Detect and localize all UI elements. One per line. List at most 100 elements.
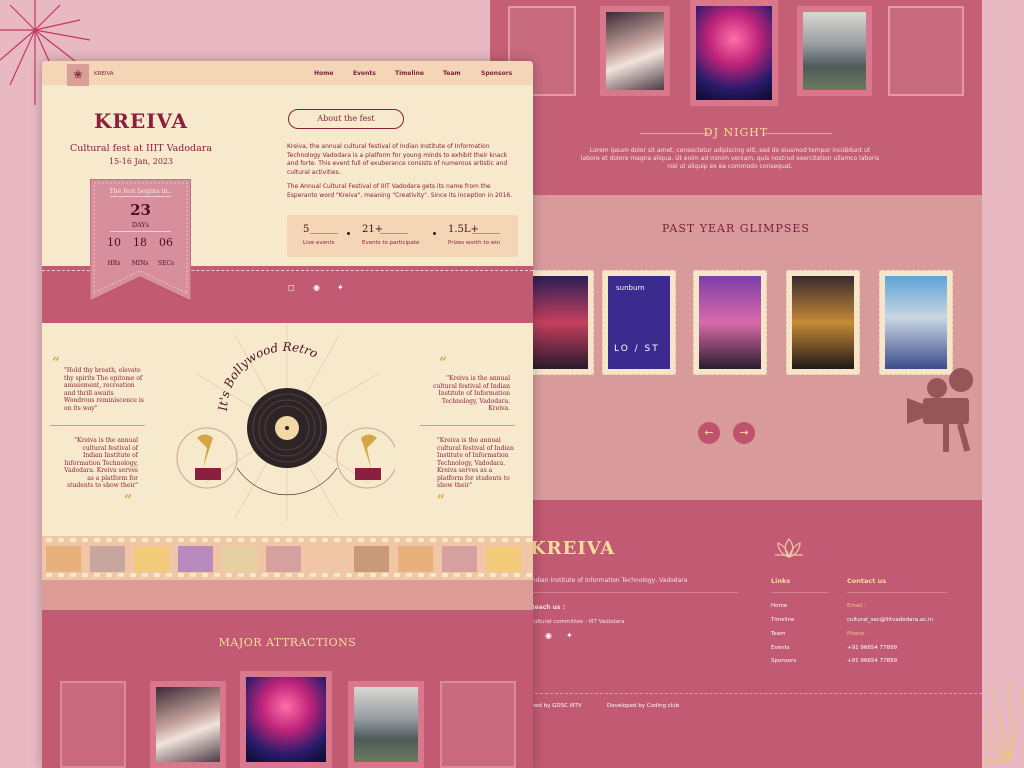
footer-link-timeline[interactable]: Timeline bbox=[771, 617, 794, 623]
film-hole bbox=[46, 573, 52, 577]
countdown-hours-value: 10 bbox=[107, 236, 121, 249]
film-hole bbox=[370, 573, 376, 577]
film-hole bbox=[526, 573, 532, 577]
nav-item-timeline[interactable]: Timeline bbox=[395, 70, 424, 77]
retro-theme-illustration: It's Bollywood Retro bbox=[176, 325, 395, 521]
instagram-icon[interactable]: ◻ bbox=[288, 283, 295, 292]
film-frame-photo bbox=[266, 546, 301, 572]
footer-phone[interactable]: +91 96654 77899 bbox=[847, 658, 897, 664]
nav-item-team[interactable]: Team bbox=[443, 70, 461, 77]
theme-quote: "Kreiva is the annual cultural festival … bbox=[64, 437, 138, 489]
film-hole bbox=[298, 538, 304, 542]
glimpse-stamp-photo[interactable]: sunburn LO / ST bbox=[602, 270, 676, 375]
film-hole bbox=[130, 573, 136, 577]
film-hole bbox=[286, 573, 292, 577]
theme-quote: "Kreiva is the annual cultural festival … bbox=[437, 437, 514, 489]
quote-icon: ” bbox=[124, 493, 133, 509]
divider bbox=[110, 196, 171, 197]
film-hole bbox=[238, 573, 244, 577]
dj-night-title: DJ NIGHT bbox=[703, 126, 769, 139]
film-hole bbox=[466, 573, 472, 577]
divider bbox=[420, 425, 515, 426]
film-frame-photo bbox=[398, 546, 433, 572]
hero-title: KREIVA bbox=[93, 109, 189, 133]
theme-quote: "Kreiva is the annual cultural festival … bbox=[433, 375, 510, 412]
attraction-photo-holi[interactable] bbox=[690, 0, 778, 106]
stat-label: Prizes worth to win bbox=[448, 240, 501, 246]
nav-item-events[interactable]: Events bbox=[353, 70, 376, 77]
film-hole bbox=[106, 573, 112, 577]
film-hole bbox=[286, 538, 292, 542]
film-hole bbox=[82, 538, 88, 542]
twitter-icon[interactable]: ✦ bbox=[337, 283, 344, 292]
film-hole bbox=[502, 538, 508, 542]
film-hole bbox=[262, 538, 268, 542]
twitter-icon[interactable]: ✦ bbox=[566, 631, 573, 640]
back-page-screen: DJ NIGHT Lorem ipsum dolor sit amet, con… bbox=[490, 0, 982, 768]
attraction-frame-empty bbox=[888, 6, 964, 96]
attraction-photo-campus[interactable] bbox=[797, 6, 872, 96]
film-hole bbox=[166, 538, 172, 542]
film-frame-photo bbox=[178, 546, 213, 572]
stat-value: 5 bbox=[303, 224, 310, 235]
lotus-icon bbox=[775, 538, 803, 558]
hero-dates: 15-16 Jan, 2023 bbox=[108, 157, 174, 166]
film-hole bbox=[214, 573, 220, 577]
film-hole bbox=[106, 538, 112, 542]
film-hole bbox=[478, 538, 484, 542]
film-hole bbox=[526, 538, 532, 542]
footer-phone[interactable]: +91 96654 77899 bbox=[847, 645, 897, 651]
film-hole bbox=[418, 538, 424, 542]
film-hole bbox=[430, 538, 436, 542]
gramophone-icon bbox=[176, 427, 238, 489]
footer-committee: Cultural committee - IIIT Vadodara bbox=[530, 619, 625, 625]
film-hole bbox=[226, 538, 232, 542]
footer-reach-label: Reach us : bbox=[530, 604, 565, 611]
footer-developed-by: Developed by Coding club bbox=[607, 703, 680, 709]
lotus-icon[interactable]: ❀ bbox=[67, 64, 89, 86]
film-hole bbox=[142, 538, 148, 542]
film-hole bbox=[118, 573, 124, 577]
major-attractions-title: MAJOR ATTRACTIONS bbox=[218, 636, 357, 649]
film-hole bbox=[154, 573, 160, 577]
film-hole bbox=[238, 538, 244, 542]
footer-link-sponsors[interactable]: Sponsors bbox=[771, 658, 796, 664]
film-hole bbox=[346, 538, 352, 542]
film-hole bbox=[118, 538, 124, 542]
film-hole bbox=[94, 573, 100, 577]
carousel-next-button[interactable]: → bbox=[733, 422, 755, 444]
attraction-photo-campus[interactable] bbox=[348, 681, 424, 768]
nav-item-home[interactable]: Home bbox=[314, 70, 333, 77]
facebook-icon[interactable]: ◉ bbox=[545, 631, 552, 640]
separator-dot bbox=[347, 232, 350, 235]
footer-email[interactable]: cultural_sec@iiitvadodara.ac.in bbox=[847, 617, 933, 623]
attraction-photo-singer[interactable] bbox=[600, 6, 670, 96]
nav-item-sponsors[interactable]: Sponsors bbox=[481, 70, 512, 77]
footer-link-home[interactable]: Home bbox=[771, 603, 787, 609]
carousel-prev-button[interactable]: ← bbox=[698, 422, 720, 444]
quote-icon: “ bbox=[439, 355, 448, 371]
glimpse-stamp-photo[interactable] bbox=[879, 270, 953, 375]
countdown-mins-label: MINs bbox=[131, 260, 149, 267]
film-hole bbox=[190, 573, 196, 577]
attraction-photo-holi[interactable] bbox=[240, 671, 332, 768]
film-hole bbox=[454, 573, 460, 577]
film-hole bbox=[250, 538, 256, 542]
film-hole bbox=[490, 538, 496, 542]
about-heading: About the fest bbox=[288, 109, 404, 129]
countdown-hours-label: HRs bbox=[107, 260, 121, 267]
footer-link-events[interactable]: Events bbox=[771, 645, 790, 651]
footer-phone-label: Phone : bbox=[847, 631, 868, 637]
glimpse-stamp-photo[interactable] bbox=[786, 270, 860, 375]
film-hole bbox=[334, 538, 340, 542]
facebook-icon[interactable]: ◉ bbox=[313, 283, 320, 292]
film-hole bbox=[82, 573, 88, 577]
nav-brand[interactable]: KREIVA bbox=[94, 71, 114, 77]
divider bbox=[771, 592, 829, 593]
attraction-photo-singer[interactable] bbox=[150, 681, 226, 768]
divider bbox=[110, 231, 171, 232]
vinyl-record-icon bbox=[247, 388, 327, 468]
stat-label: Live events bbox=[303, 240, 335, 246]
glimpse-stamp-photo[interactable] bbox=[693, 270, 767, 375]
footer-link-team[interactable]: Team bbox=[771, 631, 786, 637]
